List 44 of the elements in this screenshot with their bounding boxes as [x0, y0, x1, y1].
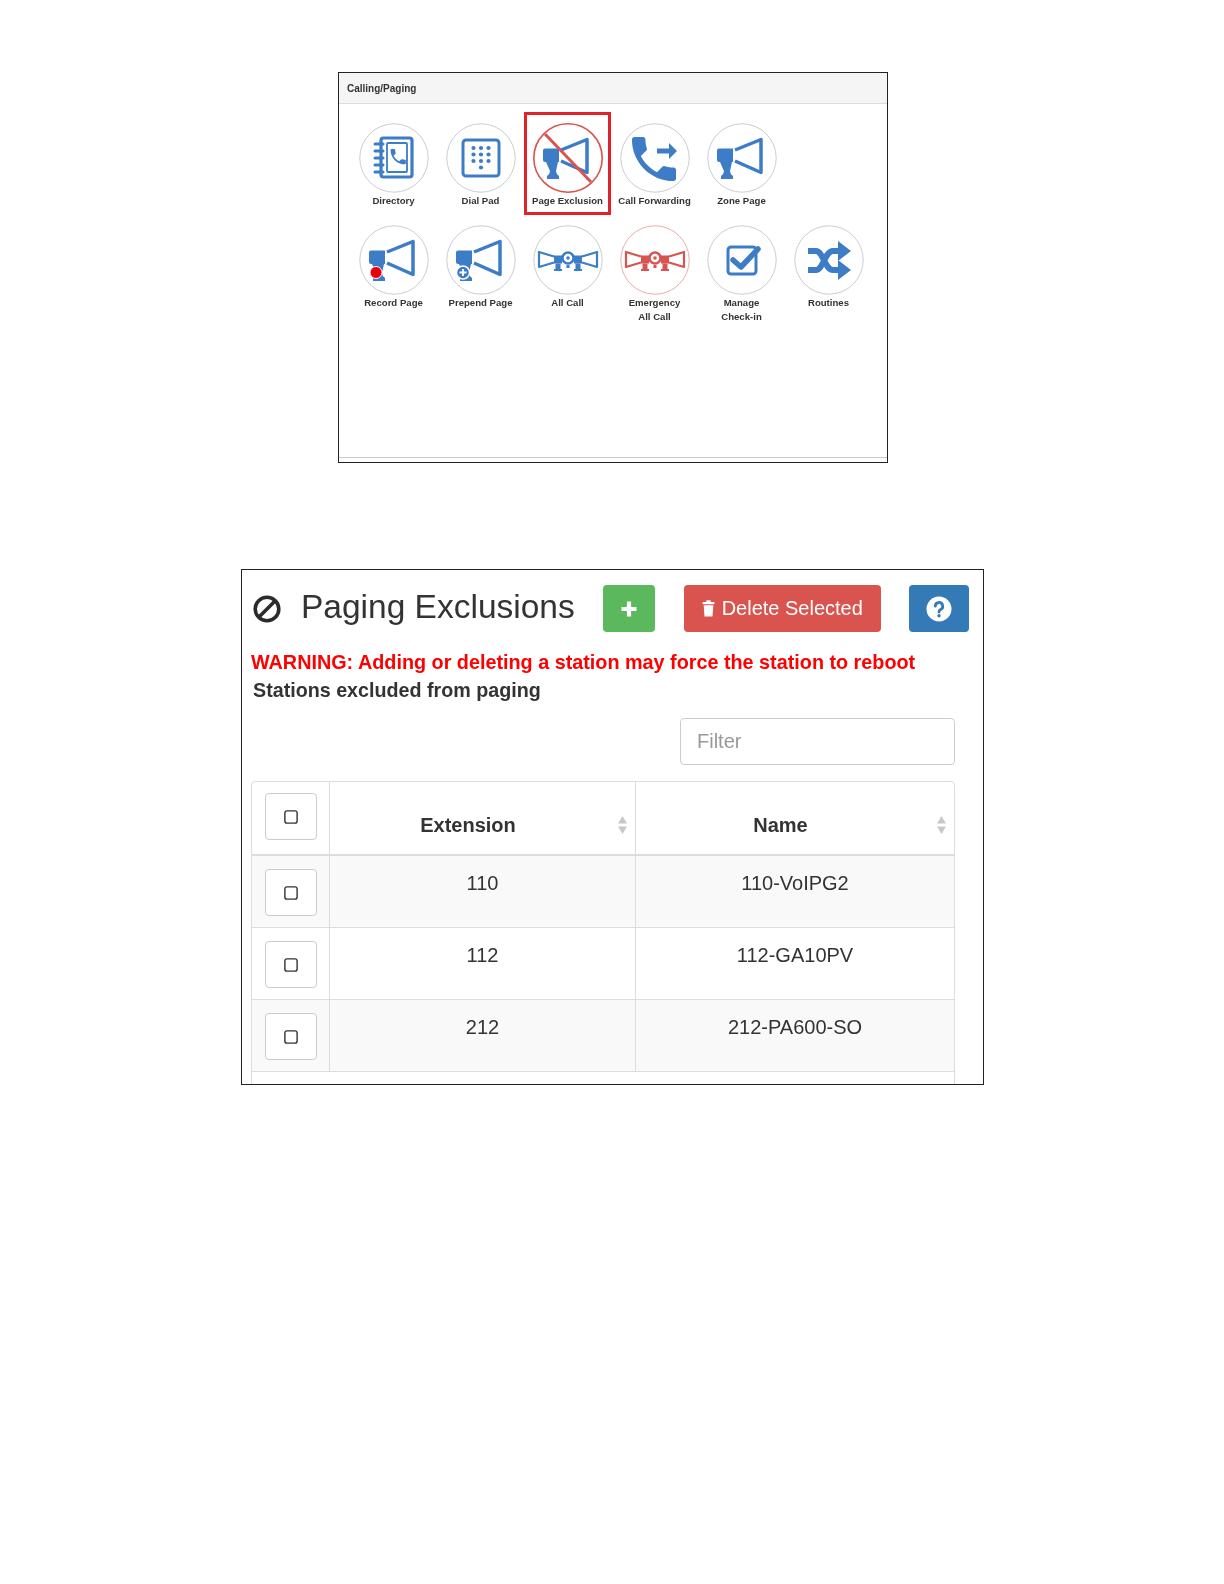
crossed-megaphone-icon: [532, 123, 603, 193]
twin-megaphone-icon: [619, 225, 690, 295]
table-cell: 112-GA10PV: [635, 928, 954, 999]
help-icon: [925, 595, 952, 622]
checkbox-button[interactable]: [265, 869, 317, 916]
delete-selected-button[interactable]: Delete Selected: [683, 585, 881, 632]
page-title: Paging Exclusions: [301, 586, 575, 627]
feature-button[interactable]: Dial Pad: [437, 112, 524, 214]
feature-button[interactable]: Manage Check-in: [698, 214, 785, 330]
table-cell: 212-PA600-SO: [635, 1000, 954, 1071]
feature-button[interactable]: Call Forwarding: [611, 112, 698, 214]
warning-text: WARNING: Adding or deleting a station may force the station to reboot: [251, 650, 917, 674]
checkbox-button[interactable]: [265, 793, 317, 840]
feature-button[interactable]: Emergency All Call: [611, 214, 698, 330]
feature-button[interactable]: Page Exclusion: [524, 112, 611, 215]
ban-icon: [253, 594, 281, 623]
column-header[interactable]: Extension: [338, 813, 598, 837]
checkbox-button[interactable]: [265, 941, 317, 988]
subtitle-text: Stations excluded from paging: [253, 678, 542, 702]
feature-button[interactable]: Zone Page: [698, 112, 785, 214]
table-cell: 212: [329, 1000, 635, 1071]
twin-megaphone-icon: [532, 225, 603, 295]
feature-button[interactable]: Record Page: [350, 214, 437, 316]
table-cell: 110-VoIPG2: [635, 856, 954, 927]
megaphone-dot-icon: [358, 225, 429, 295]
panel-title: Calling/Paging: [347, 82, 417, 94]
feature-button[interactable]: All Call: [524, 214, 611, 316]
megaphone-plus-icon: [445, 225, 516, 295]
megaphone-icon: [706, 123, 777, 193]
plus-icon: [619, 599, 638, 618]
feature-button[interactable]: Directory: [350, 112, 437, 214]
phone-book-icon: [358, 123, 429, 193]
keypad-icon: [445, 123, 516, 193]
add-button[interactable]: [602, 585, 655, 632]
column-header[interactable]: Name: [644, 813, 917, 837]
table-cell: 110: [329, 856, 635, 927]
checkbox-button[interactable]: [265, 1013, 317, 1060]
table-cell: 112: [329, 928, 635, 999]
feature-button[interactable]: Prepend Page: [437, 214, 524, 316]
filter-field[interactable]: Filter: [680, 718, 955, 765]
shuffle-icon: [793, 225, 864, 295]
help-button[interactable]: [908, 585, 969, 632]
trash-icon: [701, 600, 715, 617]
feature-button[interactable]: Routines: [785, 214, 872, 316]
